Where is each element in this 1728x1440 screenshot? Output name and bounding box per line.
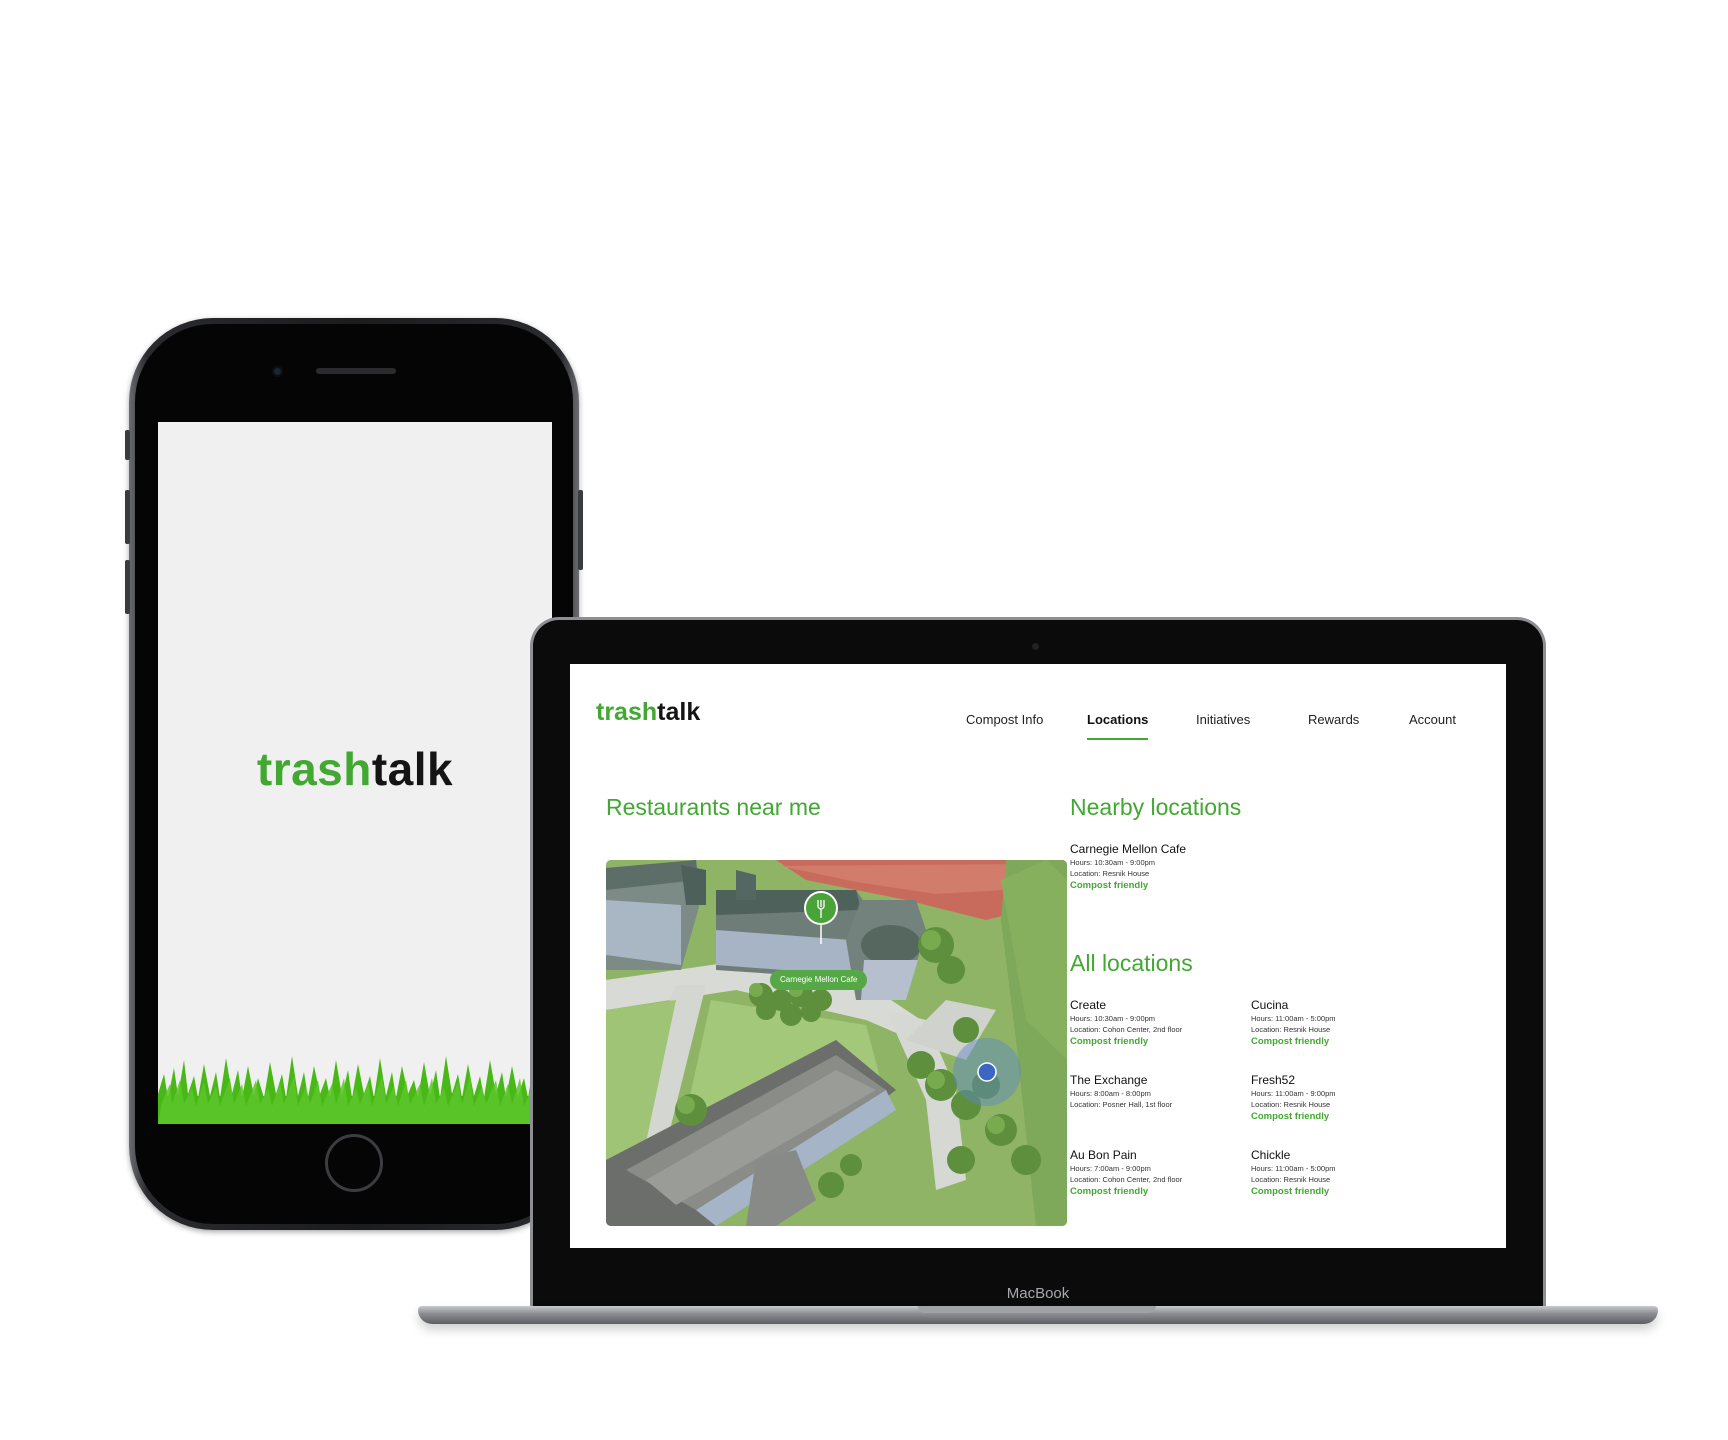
location-address: Location: Posner Hall, 1st floor <box>1070 1100 1173 1109</box>
compost-friendly-tag: Compost friendly <box>1070 1036 1149 1047</box>
campus-map[interactable]: Carnegie Mellon Cafe <box>606 860 1067 1226</box>
location-hours: Hours: 11:00am - 9:00pm <box>1251 1089 1336 1098</box>
location-address: Location: Cohon Center, 2nd floor <box>1070 1175 1183 1184</box>
webcam-icon <box>1032 643 1039 650</box>
location-address: Location: Resnik House <box>1251 1175 1331 1184</box>
active-tab-underline <box>1087 738 1148 740</box>
location-name: Fresh52 <box>1251 1073 1296 1087</box>
location-hours: Hours: 11:00am - 5:00pm <box>1251 1014 1336 1023</box>
front-camera-icon <box>272 366 283 377</box>
location-card[interactable]: The Exchange Hours: 8:00am - 8:00pm Loca… <box>1070 1073 1240 1110</box>
location-name: Carnegie Mellon Cafe <box>1070 842 1187 856</box>
restaurants-title: Restaurants near me <box>606 794 821 820</box>
location-card[interactable]: Chickle Hours: 11:00am - 5:00pm Location… <box>1251 1148 1421 1199</box>
location-hours: Hours: 7:00am - 9:00pm <box>1070 1164 1151 1173</box>
location-card[interactable]: Create Hours: 10:30am - 9:00pm Location:… <box>1070 998 1240 1049</box>
phone-mute-switch <box>125 430 130 460</box>
all-locations-title: All locations <box>1070 950 1193 976</box>
location-address: Location: Cohon Center, 2nd floor <box>1070 1025 1183 1034</box>
location-name: Chickle <box>1251 1148 1291 1162</box>
campus-map-illustration <box>606 860 1067 1226</box>
location-name: Au Bon Pain <box>1070 1148 1137 1162</box>
logo-part-trash: trash <box>256 743 372 795</box>
compost-friendly-tag: Compost friendly <box>1070 880 1149 891</box>
nav-rewards[interactable]: Rewards <box>1308 712 1359 727</box>
nav-account[interactable]: Account <box>1409 712 1456 727</box>
nav-compost-info[interactable]: Compost Info <box>966 712 1043 727</box>
compost-friendly-tag: Compost friendly <box>1251 1036 1330 1047</box>
nearby-locations-title: Nearby locations <box>1070 794 1242 820</box>
location-hours: Hours: 10:30am - 9:00pm <box>1070 1014 1156 1023</box>
location-address: Location: Resnik House <box>1251 1100 1331 1109</box>
location-name: Create <box>1070 998 1107 1012</box>
location-name: Cucina <box>1251 998 1289 1012</box>
location-hours: Hours: 8:00am - 8:00pm <box>1070 1089 1151 1098</box>
macbook-brand-label: MacBook <box>1006 1285 1070 1302</box>
phone-power-button <box>578 490 583 570</box>
location-hours: Hours: 11:00am - 5:00pm <box>1251 1164 1336 1173</box>
phone-volume-up-button <box>125 490 130 544</box>
phone-volume-down-button <box>125 560 130 614</box>
logo-part-talk: talk <box>371 743 454 795</box>
splash-logo: trashtalk <box>158 742 552 796</box>
location-address: Location: Resnik House <box>1251 1025 1331 1034</box>
nav-initiatives[interactable]: Initiatives <box>1196 712 1250 727</box>
earpiece-speaker <box>316 368 396 374</box>
main-navigation: Compost Info Locations Initiatives Rewar… <box>570 712 1506 742</box>
nav-locations[interactable]: Locations <box>1087 712 1148 727</box>
location-card[interactable]: Carnegie Mellon Cafe Hours: 10:30am - 9:… <box>1070 842 1240 893</box>
home-button[interactable] <box>325 1134 383 1192</box>
compost-friendly-tag: Compost friendly <box>1251 1186 1330 1197</box>
compost-friendly-tag: Compost friendly <box>1070 1186 1149 1197</box>
location-hours: Hours: 10:30am - 9:00pm <box>1070 858 1156 867</box>
location-card[interactable]: Fresh52 Hours: 11:00am - 9:00pm Location… <box>1251 1073 1421 1124</box>
location-address: Location: Resnik House <box>1070 869 1150 878</box>
website-screen: trashtalk Compost Info Locations Initiat… <box>570 664 1506 1248</box>
grass-illustration <box>158 1056 552 1124</box>
compost-friendly-tag: Compost friendly <box>1251 1111 1330 1122</box>
location-card[interactable]: Au Bon Pain Hours: 7:00am - 9:00pm Locat… <box>1070 1148 1240 1199</box>
map-pin-label[interactable]: Carnegie Mellon Cafe <box>770 970 868 990</box>
phone-splash-screen: trashtalk <box>158 422 552 1124</box>
laptop-opening-notch <box>918 1306 1156 1313</box>
location-card[interactable]: Cucina Hours: 11:00am - 5:00pm Location:… <box>1251 998 1421 1049</box>
location-name: The Exchange <box>1070 1073 1148 1087</box>
